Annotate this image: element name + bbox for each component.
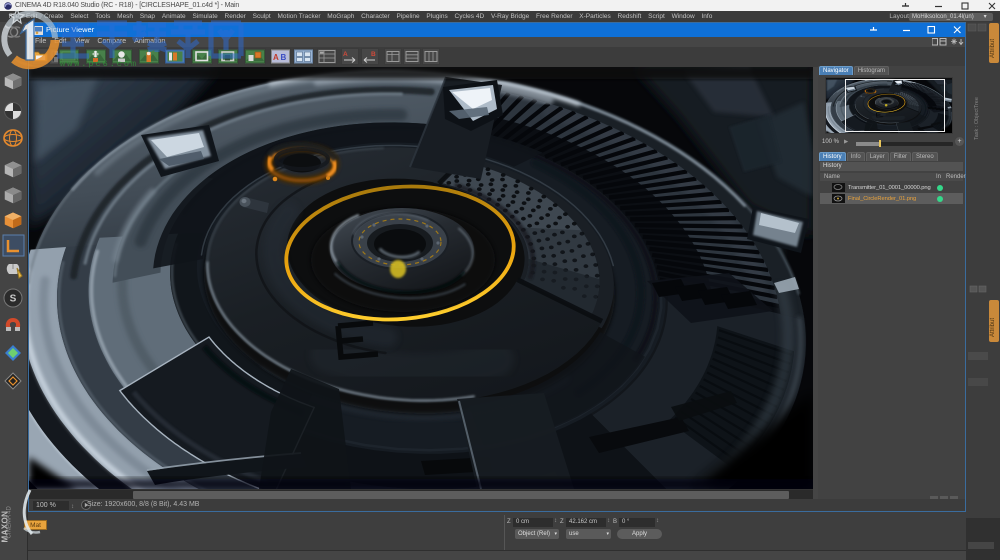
svg-text:Attribut: Attribut bbox=[990, 39, 996, 58]
svg-text:A: A bbox=[273, 53, 279, 62]
svg-text:A: A bbox=[343, 51, 348, 58]
svg-text:S: S bbox=[10, 294, 17, 305]
svg-text:Task : ObjectTree: Task : ObjectTree bbox=[974, 97, 980, 140]
svg-text:B: B bbox=[371, 51, 376, 58]
svg-text:B: B bbox=[281, 53, 287, 62]
svg-text:Attribut: Attribut bbox=[990, 318, 996, 337]
